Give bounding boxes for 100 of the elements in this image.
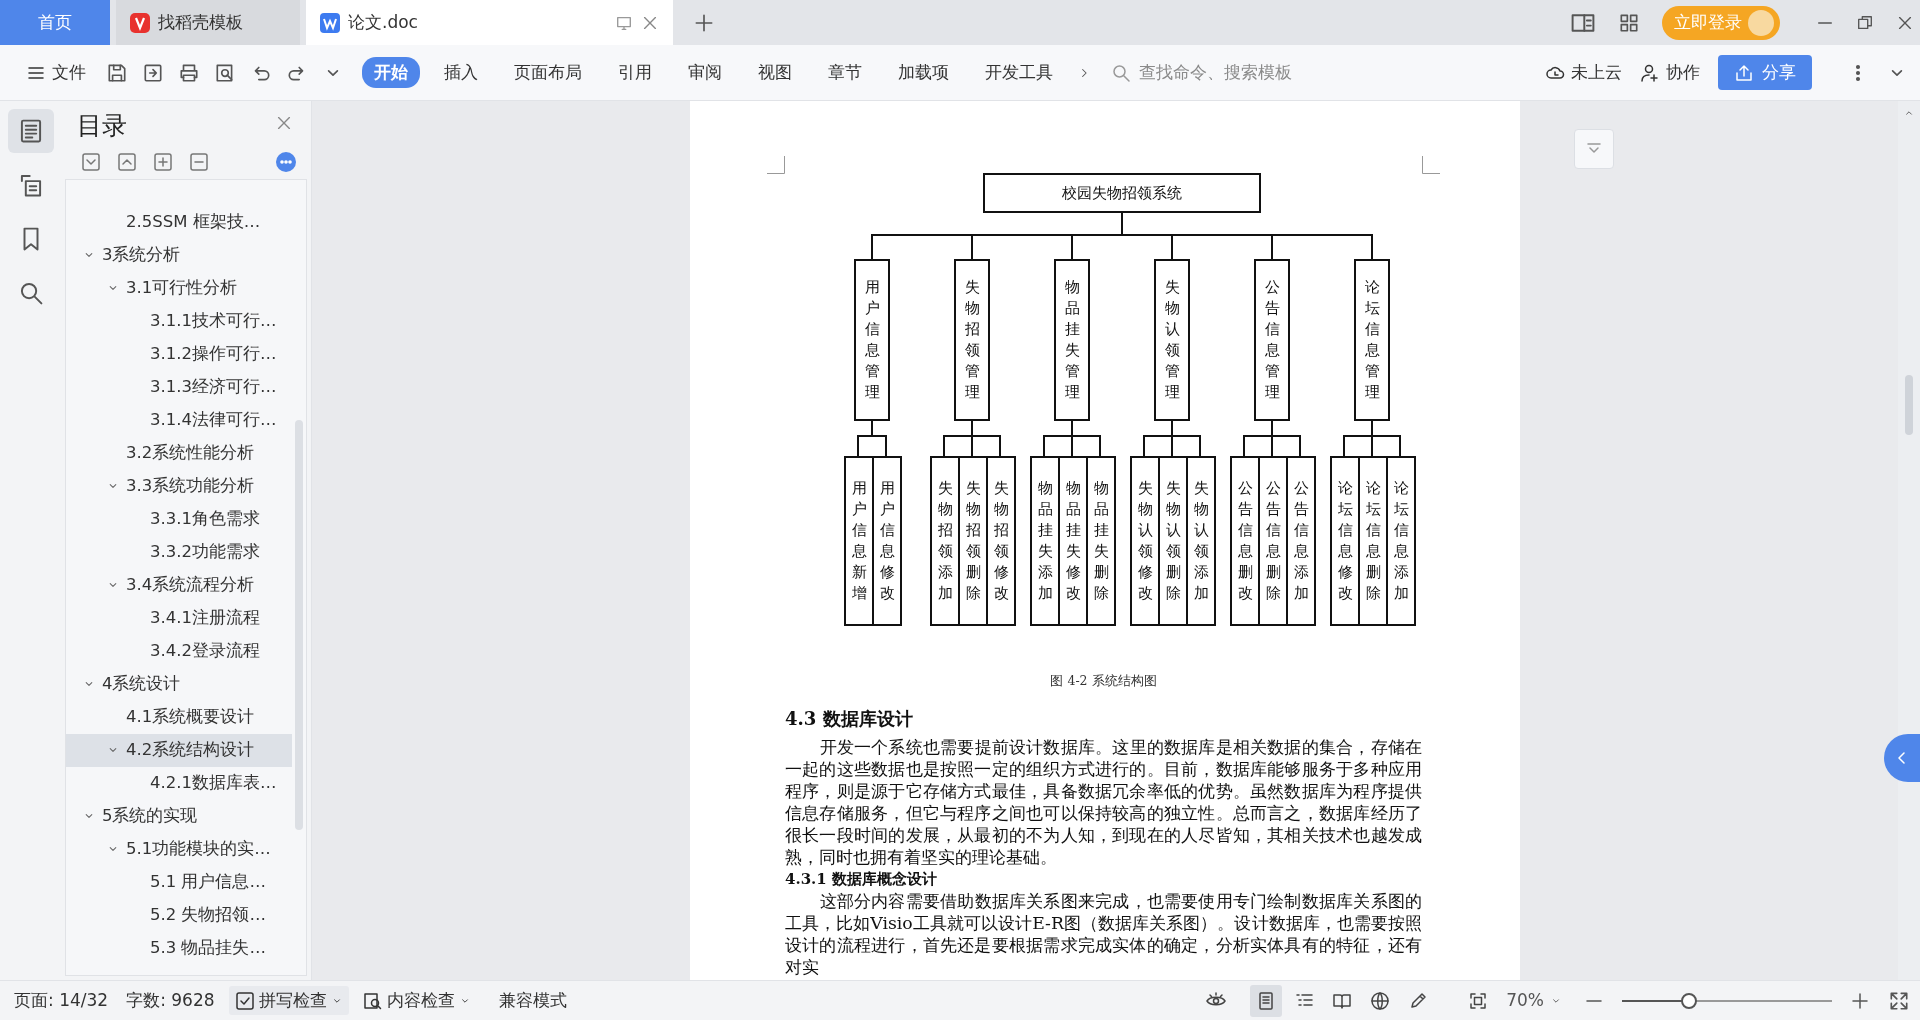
toc-item[interactable]: 3.1可行性分析 xyxy=(66,271,292,305)
corner-mark xyxy=(1422,156,1440,174)
toc-item[interactable]: 5.2 失物招领… xyxy=(66,898,292,932)
diagram-node: 校园失物招领系统 xyxy=(983,173,1261,213)
zoom-slider-thumb[interactable] xyxy=(1681,992,1698,1009)
restore-icon[interactable] xyxy=(1856,13,1874,32)
diagram-node: 论坛信息添加 xyxy=(1386,456,1416,626)
toc-item[interactable]: 3系统分析 xyxy=(66,238,292,272)
ribbon-tab[interactable]: 插入 xyxy=(432,56,490,89)
expand-icon[interactable] xyxy=(117,151,137,172)
checkbox-icon xyxy=(234,990,255,1011)
page-count: 页面: 14/32 xyxy=(14,988,109,1012)
ribbon-tab[interactable]: 审阅 xyxy=(676,56,734,89)
diagram-node: 失物招领管理 xyxy=(954,259,990,421)
diagram-node: 失物认领删除 xyxy=(1158,456,1188,626)
word-count: 字数: 9628 xyxy=(126,988,215,1012)
diagram-node: 物品挂失删除 xyxy=(1086,456,1116,626)
corner-mark xyxy=(767,156,785,174)
paragraph: 这部分内容需要借助数据库关系图来完成，也需要使用专门绘制数据库关系图的工具，比如Visio工具就可以设计E-R图（数据库关系图）。设计数据库，也需要按照设计的流程进行，首先还是要根据需求完成实体的确定，分析实体具有的特征，还有对实 xyxy=(785,889,1422,978)
remove-level-icon[interactable] xyxy=(189,151,209,172)
diagram-node: 论坛信息删除 xyxy=(1358,456,1388,626)
grid-icon[interactable] xyxy=(1618,11,1640,34)
toc-item[interactable]: 3.3系统功能分析 xyxy=(66,469,292,503)
diagram-node: 论坛信息管理 xyxy=(1354,259,1390,421)
toc-item[interactable]: 3.4.2登录流程 xyxy=(66,634,292,668)
toc-item[interactable]: 3.4.1注册流程 xyxy=(66,601,292,635)
page-view-button[interactable] xyxy=(1250,984,1283,1017)
diagram-node: 用户信息管理 xyxy=(854,259,890,421)
toc-item[interactable]: 3.1.4法律可行… xyxy=(66,403,292,437)
diagram-node: 公告信息删改 xyxy=(1230,456,1260,626)
toc-item[interactable]: 3.1.1技术可行… xyxy=(66,304,292,338)
toc-item[interactable]: 4.1系统概要设计 xyxy=(66,700,292,734)
diagram-node: 物品挂失修改 xyxy=(1058,456,1088,626)
collapse-icon[interactable] xyxy=(81,151,101,172)
ribbon-tab[interactable]: 页面布局 xyxy=(502,56,594,89)
file-menu[interactable]: 文件 xyxy=(22,57,90,88)
window-tab[interactable]: 首页 xyxy=(0,0,110,45)
toc-item[interactable]: 3.1.3经济可行… xyxy=(66,370,292,404)
diagram-node: 物品挂失添加 xyxy=(1030,456,1060,626)
zoom-in-icon[interactable] xyxy=(1850,990,1870,1011)
fullscreen-icon[interactable] xyxy=(1888,989,1910,1012)
diagram-node: 用户信息新增 xyxy=(844,456,874,626)
toc-item[interactable]: 4.2系统结构设计 xyxy=(66,733,292,767)
ribbon-tab[interactable]: 章节 xyxy=(816,56,874,89)
toc-item[interactable]: 4系统设计 xyxy=(66,667,292,701)
compatibility-mode-button[interactable]: 兼容模式 xyxy=(494,985,571,1016)
toc-item[interactable]: 4.2.1数据库表… xyxy=(66,766,292,800)
collaborate-button[interactable]: 协作 xyxy=(1636,57,1704,88)
diagram-node: 物品挂失管理 xyxy=(1054,259,1090,421)
diagram-node: 失物认领管理 xyxy=(1154,259,1190,421)
ribbon-tab[interactable]: 加载项 xyxy=(886,56,961,89)
search-field[interactable]: 查找命令、搜索模板 xyxy=(1105,56,1313,89)
diagram-node: 公告信息添加 xyxy=(1286,456,1316,626)
scrollbar-thumb[interactable] xyxy=(295,419,303,830)
document-icon xyxy=(320,12,340,33)
section-heading: 4.3 数据库设计 xyxy=(785,706,914,731)
ribbon-tab[interactable]: 视图 xyxy=(746,56,804,89)
toc-item[interactable]: 3.4系统流程分析 xyxy=(66,568,292,602)
diagram-node: 失物招领删除 xyxy=(958,456,988,626)
toc-item[interactable]: 3.1.2操作可行… xyxy=(66,337,292,371)
add-level-icon[interactable] xyxy=(153,151,173,172)
paragraph: 开发一个系统也需要提前设计数据库。这里的数据库是相关数据的集合，存储在一起的这些数据也是按照一定的组织方式进行的。目前，数据库能够服务于多种应用程序，则是源于它存储方式最佳，具备数据冗余率低的优势。虽然数据库为程序提供信息存储服务，但它与程序之间也可以保持较高的独立性。总而言之，数据库经历了很长一段时间的发展，从最初的不为人知，到现在的人尽皆知，其相关技术也越发成熟，同时也拥有着坚实的理论基础。 xyxy=(785,735,1422,868)
diagram-node: 失物招领修改 xyxy=(986,456,1016,626)
diagram-node: 失物认领修改 xyxy=(1130,456,1160,626)
toc-item[interactable]: 3.2系统性能分析 xyxy=(66,436,292,470)
save-icon[interactable] xyxy=(106,61,128,84)
search-icon xyxy=(1111,62,1131,83)
share-button[interactable]: 分享 xyxy=(1718,54,1812,91)
window-tab[interactable]: 找稻壳模板 xyxy=(116,0,300,45)
spell-check-button[interactable]: 拼写检查 xyxy=(228,985,349,1016)
toc-item[interactable]: 3.3.2功能需求 xyxy=(66,535,292,569)
print-icon[interactable] xyxy=(178,61,200,84)
share-icon xyxy=(1734,62,1754,83)
content-check-button[interactable]: 内容检查 xyxy=(356,985,477,1016)
app-logo-icon xyxy=(130,12,150,33)
scrollbar-thumb[interactable] xyxy=(1905,375,1913,435)
toc-item[interactable]: 5.1功能模块的实… xyxy=(66,832,292,866)
diagram-node: 失物认领添加 xyxy=(1186,456,1216,626)
toc-item[interactable]: 5系统的实现 xyxy=(66,799,292,833)
avatar-icon xyxy=(1748,9,1774,36)
ribbon-tab[interactable]: 开发工具 xyxy=(973,56,1065,89)
toc-item[interactable]: 5.3 物品挂失… xyxy=(66,931,292,965)
toc-button[interactable] xyxy=(7,109,54,153)
window-tab[interactable]: 论文.doc xyxy=(306,0,673,45)
figure-caption: 图 4-2 系统结构图 xyxy=(1049,672,1158,690)
ribbon-tab[interactable]: 引用 xyxy=(606,56,664,89)
toc-item[interactable]: 3.3.1角色需求 xyxy=(66,502,292,536)
assistant-icon[interactable] xyxy=(275,150,297,173)
diagram-node: 公告信息删除 xyxy=(1258,456,1288,626)
side-panel-toggle-button[interactable] xyxy=(1884,734,1920,782)
ribbon-tab[interactable]: 开始 xyxy=(362,56,420,89)
export-icon[interactable] xyxy=(142,61,164,84)
person-icon xyxy=(1640,62,1660,83)
toc-item[interactable]: 5.1 用户信息… xyxy=(66,865,292,899)
zoom-slider-track[interactable] xyxy=(1622,991,1832,1010)
zoom-dropdown[interactable]: 70% xyxy=(1502,985,1566,1016)
cloud-status-button[interactable]: 未上云 xyxy=(1541,57,1626,88)
panel-title: 目录 xyxy=(76,110,127,142)
toc-item[interactable]: 2.5SSM 框架技… xyxy=(66,205,292,239)
web-view-icon xyxy=(1370,989,1391,1012)
